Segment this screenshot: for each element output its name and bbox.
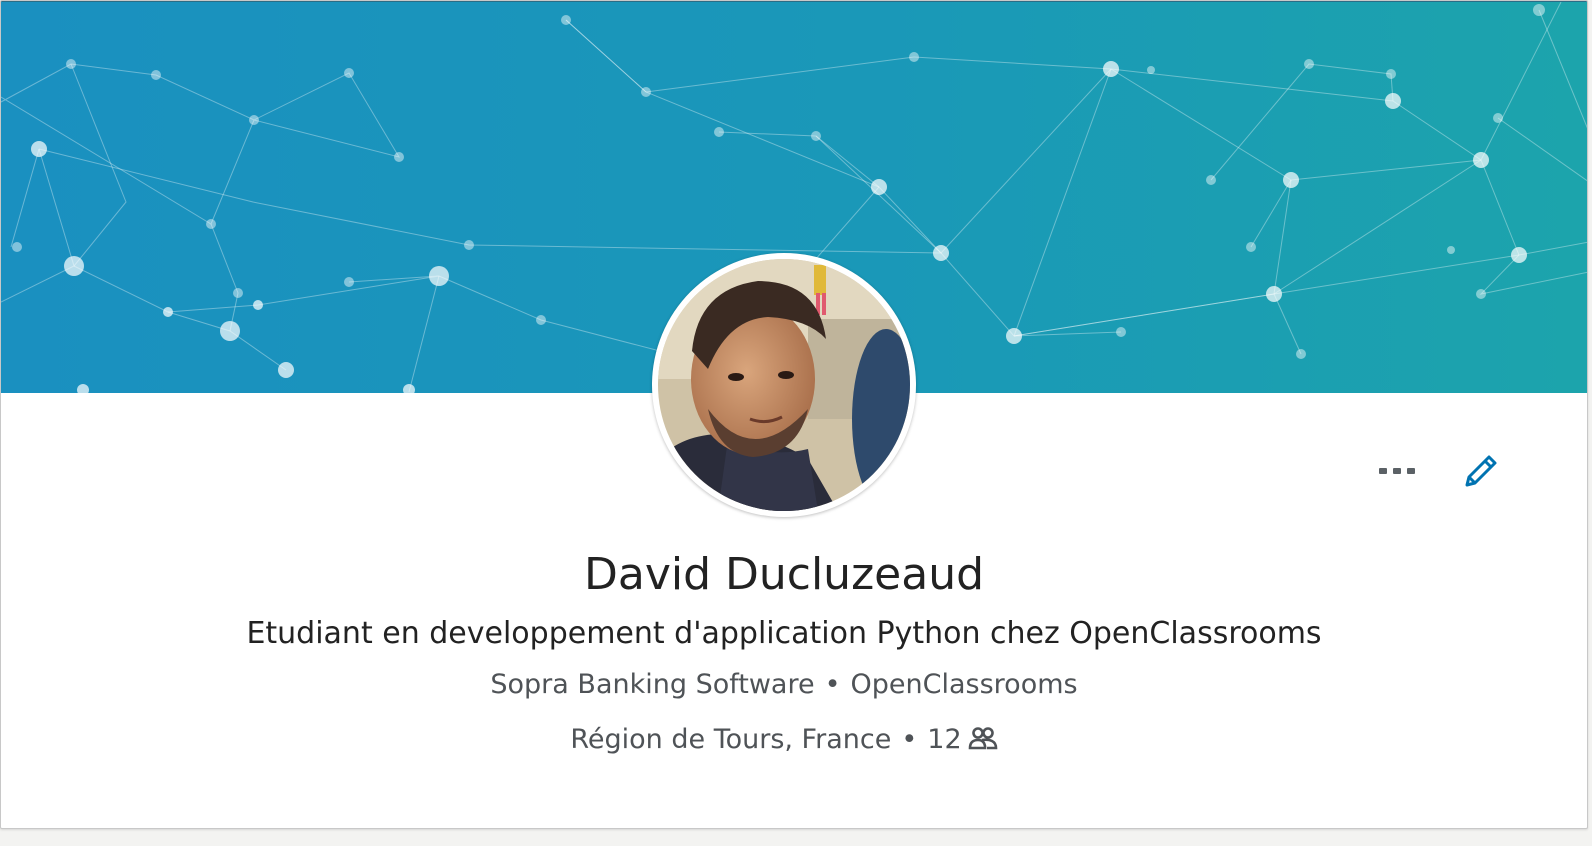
profile-name: David Ducluzeaud [583,549,985,600]
profile-location: Région de Tours, France [570,724,892,755]
more-dot [1407,468,1415,474]
education-link[interactable]: OpenClassrooms [851,669,1078,700]
profile-location-connections: Région de Tours, France • 12 [1,719,1567,761]
edit-profile-button[interactable] [1459,449,1503,493]
separator-dot: • [824,669,841,700]
more-actions-button[interactable] [1371,447,1423,495]
profile-companies: Sopra Banking Software • OpenClassrooms [1,665,1567,705]
profile-card: David Ducluzeaud Etudiant en developpeme… [0,0,1588,829]
profile-photo-image [658,259,910,511]
profile-photo[interactable] [652,253,916,517]
profile-actions [1371,447,1519,495]
current-company-link[interactable]: Sopra Banking Software [490,669,814,700]
separator-dot: • [901,724,918,755]
connections-link[interactable]: 12 [927,724,997,755]
profile-headline: Etudiant en developpement d'application … [246,616,1322,651]
pencil-icon [1465,455,1497,487]
connections-count: 12 [927,724,962,755]
more-horizontal-icon [1379,468,1387,474]
more-dot [1393,468,1401,474]
people-icon [968,727,997,750]
